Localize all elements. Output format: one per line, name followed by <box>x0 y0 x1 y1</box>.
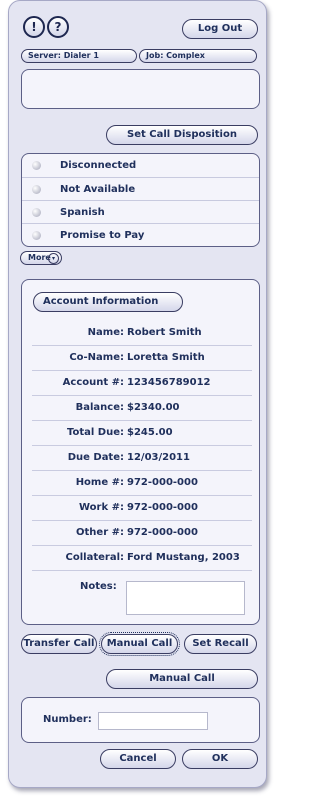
info-row-due-date: Due Date: 12/03/2011 <box>32 445 252 471</box>
info-row-total-due: Total Due: $245.00 <box>32 420 252 446</box>
alert-icon[interactable]: ! <box>23 16 45 38</box>
info-label: Account #: <box>62 377 124 388</box>
help-icon[interactable]: ? <box>47 16 69 38</box>
notes-label: Notes: <box>80 581 117 592</box>
info-label: Work #: <box>79 502 124 513</box>
chevron-down-icon: ▾ <box>48 253 59 264</box>
info-value: Loretta Smith <box>127 352 205 363</box>
disposition-option[interactable]: Not Available <box>22 177 259 201</box>
disposition-option-label: Disconnected <box>60 160 137 171</box>
info-label: Other #: <box>76 527 124 538</box>
server-label: Server: Dialer 1 <box>21 49 137 63</box>
account-panel: Account Information Name: Robert Smith C… <box>21 279 260 625</box>
set-recall-button[interactable]: Set Recall <box>184 634 257 654</box>
disposition-option[interactable]: Promise to Pay <box>22 223 259 246</box>
account-information-title: Account Information <box>33 292 183 312</box>
info-label: Co-Name: <box>69 352 124 363</box>
info-label: Home #: <box>75 477 124 488</box>
cancel-button[interactable]: Cancel <box>100 749 176 769</box>
info-row-balance: Balance: $2340.00 <box>32 395 252 421</box>
manual-call-title: Manual Call <box>106 669 258 689</box>
disposition-option[interactable]: Disconnected <box>22 154 259 177</box>
info-label: Name: <box>87 327 124 338</box>
radio-icon[interactable] <box>32 185 41 194</box>
info-row-co-name: Co-Name: Loretta Smith <box>32 345 252 371</box>
disposition-list: Disconnected Not Available Spanish Promi… <box>21 153 260 247</box>
radio-icon[interactable] <box>32 208 41 217</box>
disposition-option-label: Promise to Pay <box>60 230 145 241</box>
info-value: 12/03/2011 <box>127 452 190 463</box>
info-row-name: Name: Robert Smith <box>32 320 252 346</box>
number-input[interactable] <box>98 712 208 730</box>
message-box <box>21 69 260 109</box>
number-label: Number: <box>43 714 92 725</box>
disposition-option-label: Not Available <box>60 184 136 195</box>
info-row-account: Account #: 123456789012 <box>32 370 252 396</box>
radio-icon[interactable] <box>32 231 41 240</box>
info-value: 123456789012 <box>127 377 211 388</box>
ok-button[interactable]: OK <box>182 749 258 769</box>
disposition-option[interactable]: Spanish <box>22 200 259 224</box>
logout-button[interactable]: Log Out <box>182 19 258 39</box>
info-value: $2340.00 <box>127 402 180 413</box>
info-label: Balance: <box>75 402 124 413</box>
radio-icon[interactable] <box>32 161 41 170</box>
info-value: 972-000-000 <box>127 527 198 538</box>
manual-call-panel: Number: <box>21 697 260 743</box>
info-value: Robert Smith <box>127 327 202 338</box>
agent-panel: ! ? Log Out Server: Dialer 1 Job: Comple… <box>8 0 267 788</box>
info-label: Total Due: <box>66 427 124 438</box>
info-row-collateral: Collateral: Ford Mustang, 2003 <box>32 545 252 571</box>
job-label: Job: Complex <box>139 49 257 63</box>
info-row-work: Work #: 972-000-000 <box>32 495 252 521</box>
info-row-home: Home #: 972-000-000 <box>32 470 252 496</box>
set-call-disposition-button[interactable]: Set Call Disposition <box>106 125 258 145</box>
info-label: Collateral: <box>65 552 124 563</box>
info-value: Ford Mustang, 2003 <box>127 552 240 563</box>
more-button[interactable]: More ▾ <box>20 251 62 265</box>
notes-field[interactable] <box>126 581 245 615</box>
manual-call-button[interactable]: Manual Call <box>99 632 180 656</box>
info-value: $245.00 <box>127 427 173 438</box>
info-label: Due Date: <box>67 452 124 463</box>
disposition-option-label: Spanish <box>60 207 105 218</box>
info-value: 972-000-000 <box>127 502 198 513</box>
transfer-call-button[interactable]: Transfer Call <box>21 634 97 654</box>
info-row-other: Other #: 972-000-000 <box>32 520 252 546</box>
info-value: 972-000-000 <box>127 477 198 488</box>
